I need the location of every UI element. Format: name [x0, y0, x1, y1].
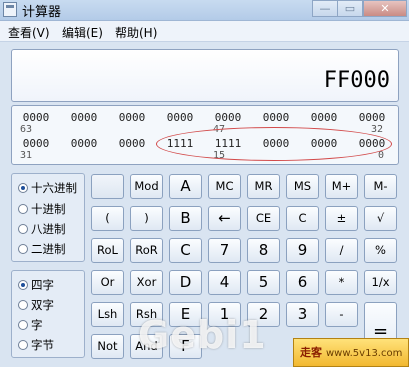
maximize-button[interactable]: ▭ — [337, 0, 363, 17]
clear-button[interactable]: C — [286, 206, 319, 231]
bit-group[interactable]: 0000 — [112, 137, 152, 150]
result-display: FF000 — [11, 49, 399, 102]
calculator-icon — [3, 2, 17, 17]
radio-oct[interactable]: 八进制 — [18, 221, 66, 237]
bit-group[interactable]: 0000 — [64, 111, 104, 124]
digit-7-button[interactable]: 7 — [208, 238, 241, 263]
bit-group[interactable]: 0000 — [64, 137, 104, 150]
watermark: Gebi1 — [138, 313, 267, 357]
bit-group[interactable]: 0000 — [160, 111, 200, 124]
hex-a-button[interactable]: A — [169, 174, 202, 199]
radio-qword[interactable]: 四字 — [18, 277, 54, 293]
multiply-button[interactable]: * — [325, 270, 358, 295]
bit-row-high: 0000 0000 0000 0000 0000 0000 0000 0000 — [12, 111, 400, 124]
stamp-brand: 走客 — [300, 346, 322, 359]
highlight-ellipse — [156, 127, 392, 161]
subtract-button[interactable]: - — [325, 302, 358, 327]
word-size-group: 四字 双字 字 字节 — [11, 270, 85, 358]
mr-button[interactable]: MR — [247, 174, 280, 199]
menu-view[interactable]: 查看(V) — [8, 24, 50, 41]
lsh-button[interactable]: Lsh — [91, 302, 124, 327]
menu-help[interactable]: 帮助(H) — [115, 24, 157, 41]
menu-bar: 查看(V) 编辑(E) 帮助(H) — [0, 21, 409, 42]
radio-label: 字 — [31, 318, 43, 332]
hex-b-button[interactable]: B — [169, 206, 202, 231]
radio-label: 四字 — [31, 278, 54, 292]
bit-group[interactable]: 0000 — [112, 111, 152, 124]
site-stamp: 走客 www.5v13.com — [293, 338, 409, 367]
radio-icon — [18, 224, 28, 234]
m-plus-button[interactable]: M+ — [325, 174, 358, 199]
radio-dword[interactable]: 双字 — [18, 297, 54, 313]
stamp-url: www.5v13.com — [326, 348, 403, 359]
radio-icon — [18, 320, 28, 330]
bit-index: 31 — [20, 150, 33, 161]
close-paren-button[interactable]: ) — [130, 206, 163, 231]
window-title: 计算器 — [22, 5, 62, 20]
ms-button[interactable]: MS — [286, 174, 319, 199]
radio-hex[interactable]: 十六进制 — [18, 180, 77, 196]
radio-icon — [18, 340, 28, 350]
radio-selected-icon — [18, 183, 28, 193]
radio-label: 十进制 — [31, 202, 66, 216]
rol-button[interactable]: RoL — [91, 238, 124, 263]
digit-6-button[interactable]: 6 — [286, 270, 319, 295]
open-paren-button[interactable]: ( — [91, 206, 124, 231]
or-button[interactable]: Or — [91, 270, 124, 295]
digit-4-button[interactable]: 4 — [208, 270, 241, 295]
radio-label: 双字 — [31, 298, 54, 312]
bit-group[interactable]: 0000 — [16, 137, 56, 150]
radio-bin[interactable]: 二进制 — [18, 241, 66, 257]
divide-button[interactable]: / — [325, 238, 358, 263]
bit-group[interactable]: 0000 — [256, 111, 296, 124]
hex-d-button[interactable]: D — [169, 270, 202, 295]
hex-c-button[interactable]: C — [169, 238, 202, 263]
backspace-button[interactable]: ← — [208, 206, 241, 231]
radio-icon — [18, 244, 28, 254]
title-bar[interactable]: 计算器 — ▭ ✕ — [0, 0, 409, 21]
radio-word[interactable]: 字 — [18, 317, 43, 333]
xor-button[interactable]: Xor — [130, 270, 163, 295]
bit-group[interactable]: 0000 — [16, 111, 56, 124]
bit-group[interactable]: 0000 — [304, 111, 344, 124]
mc-button[interactable]: MC — [208, 174, 241, 199]
bit-group[interactable]: 0000 — [208, 111, 248, 124]
minimize-button[interactable]: — — [312, 0, 338, 17]
ce-button[interactable]: CE — [247, 206, 280, 231]
ror-button[interactable]: RoR — [130, 238, 163, 263]
radio-icon — [18, 300, 28, 310]
radio-label: 字节 — [31, 338, 54, 352]
digit-8-button[interactable]: 8 — [247, 238, 280, 263]
mod-button[interactable]: Mod — [130, 174, 163, 199]
bit-group[interactable]: 0000 — [352, 111, 392, 124]
bit-index: 32 — [371, 124, 384, 135]
negate-button[interactable]: ± — [325, 206, 358, 231]
reciprocal-button[interactable]: 1/x — [364, 270, 397, 295]
radio-label: 二进制 — [31, 242, 66, 256]
menu-edit[interactable]: 编辑(E) — [62, 24, 103, 41]
radio-icon — [18, 204, 28, 214]
radio-dec[interactable]: 十进制 — [18, 201, 66, 217]
radio-label: 八进制 — [31, 222, 66, 236]
digit-9-button[interactable]: 9 — [286, 238, 319, 263]
radix-group: 十六进制 十进制 八进制 二进制 — [11, 173, 85, 262]
m-minus-button[interactable]: M- — [364, 174, 397, 199]
radio-label: 十六进制 — [31, 181, 77, 195]
not-button[interactable]: Not — [91, 334, 124, 359]
digit-3-button[interactable]: 3 — [286, 302, 319, 327]
digit-5-button[interactable]: 5 — [247, 270, 280, 295]
bit-index: 63 — [20, 124, 33, 135]
blank-key — [91, 174, 124, 199]
sqrt-button[interactable]: √ — [364, 206, 397, 231]
close-button[interactable]: ✕ — [363, 0, 407, 17]
radio-selected-icon — [18, 280, 28, 290]
radio-byte[interactable]: 字节 — [18, 337, 54, 353]
percent-button[interactable]: % — [364, 238, 397, 263]
display-value: FF000 — [323, 68, 390, 93]
